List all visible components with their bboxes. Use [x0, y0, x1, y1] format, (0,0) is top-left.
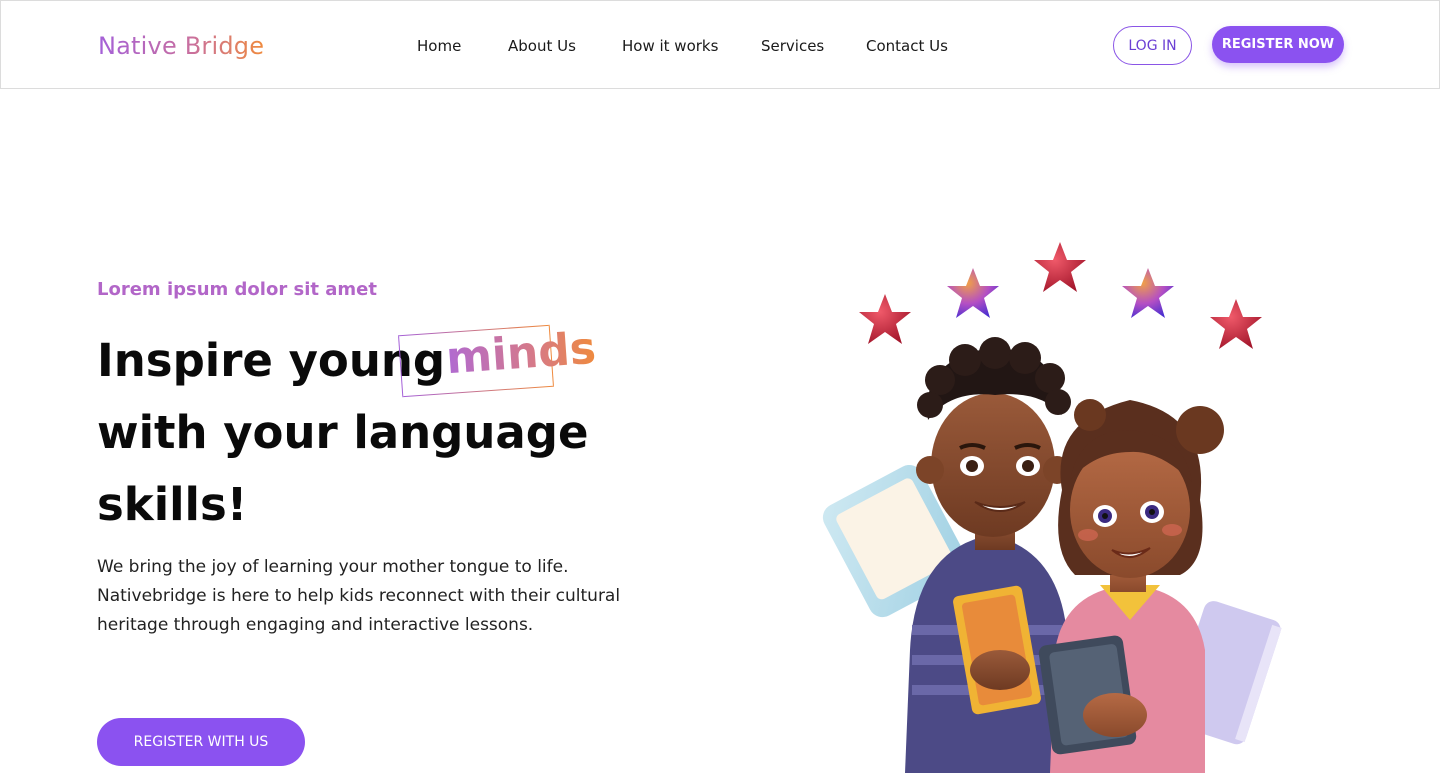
- star-icon: [859, 294, 911, 344]
- site-header: Native Bridge Home About Us How it works…: [0, 0, 1440, 89]
- highlight-word-badge: minds: [398, 320, 598, 400]
- hero-description: We bring the joy of learning your mother…: [97, 557, 621, 635]
- nav-item-contact-us[interactable]: Contact Us: [866, 37, 948, 55]
- girl-figure: [1038, 399, 1224, 773]
- headline-line-2: with your language: [97, 406, 589, 459]
- star-icon: [1210, 299, 1262, 349]
- login-button[interactable]: LOG IN: [1113, 26, 1192, 65]
- highlight-word: minds: [444, 322, 598, 385]
- hero-eyebrow: Lorem ipsum dolor sit amet: [97, 279, 377, 300]
- register-with-us-button[interactable]: REGISTER WITH US: [97, 718, 305, 766]
- star-icon: [1034, 242, 1086, 292]
- star-icon: [1122, 268, 1174, 318]
- register-now-button[interactable]: REGISTER NOW: [1212, 26, 1344, 63]
- star-icon: [947, 268, 999, 318]
- nav-item-how-it-works[interactable]: How it works: [622, 37, 718, 55]
- children-illustration: [822, 242, 1282, 773]
- headline-line-3: skills!: [97, 478, 248, 531]
- brand-logo[interactable]: Native Bridge: [98, 32, 264, 60]
- nav-item-services[interactable]: Services: [761, 37, 824, 55]
- nav-item-home[interactable]: Home: [417, 37, 461, 55]
- nav-item-about-us[interactable]: About Us: [508, 37, 576, 55]
